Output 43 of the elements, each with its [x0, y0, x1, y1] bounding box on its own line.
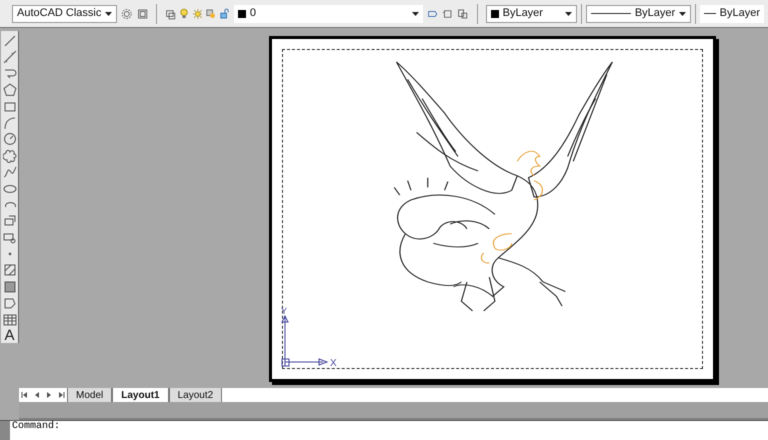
- layer-state-icon[interactable]: [457, 6, 469, 20]
- layer-dropdown[interactable]: 0: [234, 4, 423, 22]
- lightbulb-icon[interactable]: [180, 6, 189, 20]
- color-dropdown[interactable]: ByLayer: [486, 4, 578, 22]
- layout-tab[interactable]: Model: [67, 388, 112, 402]
- line-sample-icon: [590, 13, 631, 14]
- color-swatch-icon: [238, 10, 246, 18]
- hatch-icon[interactable]: [2, 263, 16, 278]
- text-tool-button[interactable]: A: [4, 329, 14, 344]
- caret-icon: [565, 12, 572, 16]
- polyline-icon[interactable]: [2, 66, 16, 81]
- spline-icon[interactable]: [2, 165, 16, 180]
- circle-icon[interactable]: [2, 132, 16, 146]
- arc-icon[interactable]: [2, 116, 16, 130]
- color-swatch-icon: [490, 10, 499, 18]
- make-block-icon[interactable]: [2, 230, 16, 245]
- caret-icon: [412, 12, 419, 16]
- lineweight-dropdown[interactable]: ByLayer: [700, 4, 764, 22]
- workspace-dropdown[interactable]: AutoCAD Classic: [12, 4, 118, 22]
- polygon-icon[interactable]: [2, 83, 16, 98]
- last-tab-icon[interactable]: [56, 390, 66, 400]
- settings-icon[interactable]: [121, 6, 133, 20]
- table-icon[interactable]: [2, 312, 16, 327]
- first-tab-icon[interactable]: [20, 390, 30, 400]
- layout-tab[interactable]: Layout2: [168, 388, 222, 402]
- construction-line-icon[interactable]: [2, 50, 16, 64]
- workspace-icon[interactable]: [136, 6, 148, 20]
- layer-freeze-icon[interactable]: [206, 8, 216, 20]
- sun-icon[interactable]: [192, 8, 202, 20]
- caret-icon: [679, 12, 686, 16]
- command-line-grip[interactable]: [0, 421, 10, 440]
- layout-tab[interactable]: Layout1: [112, 388, 169, 402]
- gradient-icon[interactable]: [2, 280, 16, 294]
- region-icon[interactable]: [2, 296, 16, 310]
- line-icon[interactable]: [2, 34, 16, 48]
- caret-icon: [105, 12, 112, 16]
- linetype-dropdown[interactable]: ByLayer: [586, 4, 692, 22]
- rectangle-icon[interactable]: [2, 100, 16, 114]
- lock-icon[interactable]: [220, 8, 230, 20]
- insert-block-icon[interactable]: [2, 214, 16, 228]
- line-sample-icon: [704, 13, 716, 14]
- cloud-icon[interactable]: [2, 148, 16, 163]
- command-prompt: Command:: [11, 421, 60, 433]
